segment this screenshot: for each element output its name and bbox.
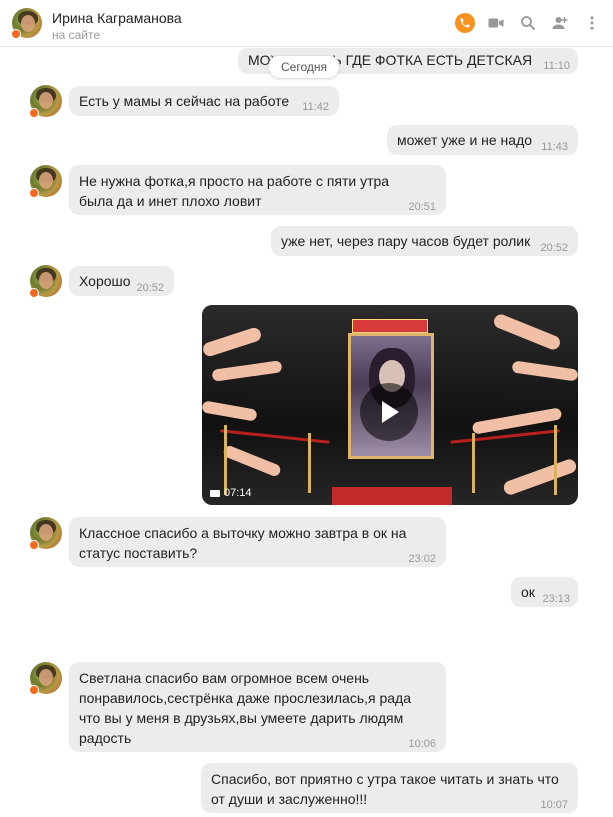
phone-icon[interactable] [455,13,475,33]
message-text: может уже и не надо [397,132,533,148]
message-time: 20:51 [408,201,436,213]
contact-status: на сайте [52,28,101,42]
video-message[interactable]: 07:14 [202,305,578,505]
message-time: 11:10 [543,60,570,72]
message-text: Светлана спасибо вам огромное всем очень… [79,670,412,746]
more-icon[interactable] [581,12,603,34]
search-icon[interactable] [517,12,539,34]
outgoing-message[interactable]: ок 23:13 [511,577,578,607]
add-user-icon[interactable] [549,12,571,34]
video-duration: 07:14 [210,487,252,499]
message-text: Есть у мамы я сейчас на работе [79,93,290,109]
outgoing-message[interactable]: уже нет, через пару часов будет ролик 20… [271,226,578,256]
message-time: 20:52 [136,282,164,294]
video-camera-icon [210,489,220,497]
online-indicator [11,29,21,39]
incoming-message[interactable]: Не нужна фотка,я просто на работе с пяти… [69,165,446,215]
incoming-message[interactable]: Светлана спасибо вам огромное всем очень… [69,662,446,752]
outgoing-message[interactable]: может уже и не надо 11:43 [387,125,578,155]
message-text: Не нужна фотка,я просто на работе с пяти… [79,173,390,209]
message-text: Классное спасибо а выточку можно завтра … [79,525,407,561]
incoming-message[interactable]: Хорошо 20:52 [69,266,174,296]
play-button[interactable] [360,383,418,441]
sender-avatar[interactable] [29,85,62,118]
outgoing-message[interactable]: Спасибо, вот приятно с утра такое читать… [201,763,578,813]
chat-header: Ирина Каграманова на сайте [0,0,613,47]
message-time: 11:43 [541,141,568,153]
message-text: ок [521,584,535,600]
message-text: уже нет, через пару часов будет ролик [281,233,531,249]
message-text: Хорошо [79,273,131,289]
message-time: 10:07 [540,799,568,811]
video-camera-icon[interactable] [485,12,507,34]
message-time: 10:06 [408,738,436,750]
sender-avatar[interactable] [29,165,62,198]
message-time: 20:52 [540,242,568,254]
incoming-message[interactable]: Есть у мамы я сейчас на работе 11:42 [69,86,339,116]
sender-avatar[interactable] [29,517,62,550]
contact-name[interactable]: Ирина Каграманова [52,10,182,26]
message-text: Спасибо, вот приятно с утра такое читать… [211,771,559,807]
message-time: 11:42 [302,101,329,113]
message-time: 23:02 [408,553,436,565]
header-actions [445,12,603,34]
message-time: 23:13 [542,593,570,605]
sender-avatar[interactable] [29,662,62,695]
contact-avatar[interactable] [11,8,42,39]
sender-avatar[interactable] [29,265,62,298]
date-separator: Сегодня [268,55,340,79]
incoming-message[interactable]: Классное спасибо а выточку можно завтра … [69,517,446,567]
